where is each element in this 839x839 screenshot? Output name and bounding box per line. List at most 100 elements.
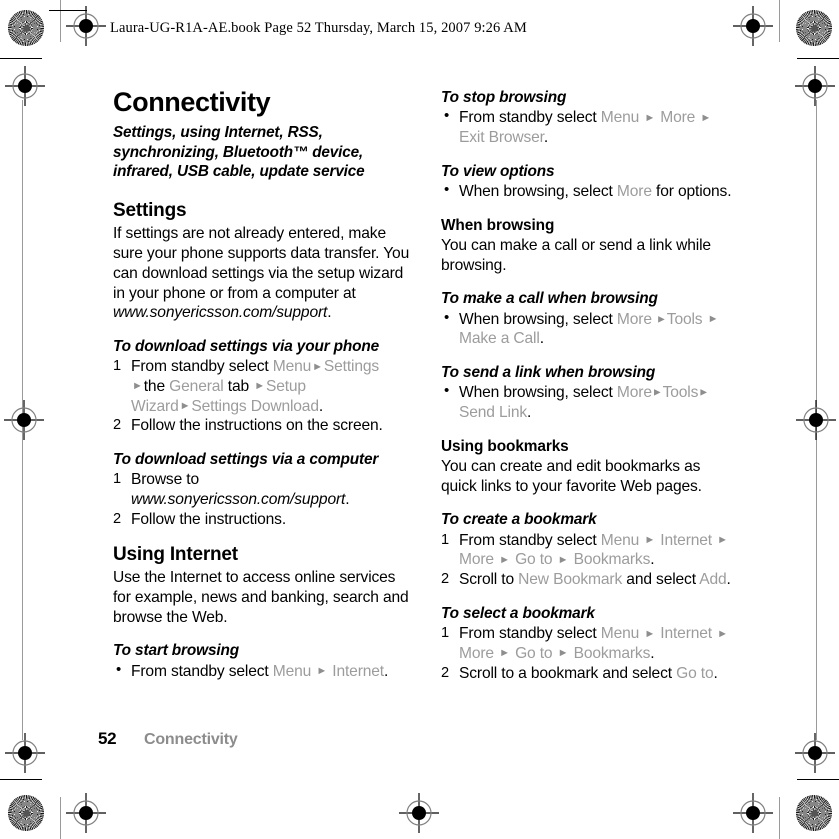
step-period: . (527, 404, 532, 421)
step-text: Browse to www.sonyericsson.com/support. (131, 471, 350, 509)
settings-intro-text: If settings are not already entered, mak… (113, 225, 410, 302)
step-text-the: the (143, 377, 170, 395)
list-item: 1 From standby select Menu►Settings ►the… (113, 357, 410, 416)
step-period: . (650, 644, 655, 662)
menu-item-tools: Tools (662, 384, 699, 402)
procedure-title-download-via-computer: To download settings via a computer (113, 451, 379, 469)
chevron-right-icon: ► (557, 647, 569, 660)
step-text-tab: tab (223, 377, 254, 395)
procedure-steps-stop-browsing: • From standby select Menu ► More ► Exit… (441, 107, 738, 147)
step-text: Scroll to New Bookmark and select Add. (459, 571, 731, 588)
right-column: To stop browsing • From standby select M… (441, 88, 738, 683)
step-period: . (713, 664, 718, 682)
step-text: Scroll to a bookmark and select Go to. (459, 665, 718, 682)
menu-item-more: More (616, 384, 652, 402)
step-text-lead: From standby select (131, 662, 273, 680)
list-item: 1 Browse to www.sonyericsson.com/support… (113, 470, 410, 509)
bullet-icon: • (444, 107, 450, 125)
procedure-title-stop-browsing: To stop browsing (441, 89, 567, 106)
menu-item-general: General (169, 377, 224, 395)
step-text-lead: Scroll to (459, 571, 519, 589)
menu-item-settings: Settings (323, 358, 380, 376)
menu-item-menu: Menu (272, 358, 312, 376)
procedure-steps-send-link: • When browsing, select More►Tools► Send… (441, 382, 738, 422)
step-period: . (726, 571, 731, 589)
menu-item-new-bookmark: New Bookmark (518, 571, 623, 589)
menu-item-add: Add (699, 571, 727, 589)
bullet-icon: • (116, 660, 122, 678)
menu-item-menu: Menu (600, 109, 640, 127)
list-item: 2 Follow the instructions on the screen. (113, 416, 410, 436)
step-text: Follow the instructions on the screen. (131, 417, 383, 435)
menu-item-more: More (459, 644, 494, 662)
section-heading-using-internet: Using Internet (113, 543, 238, 565)
step-text: From standby select Menu ► Internet ► Mo… (459, 625, 729, 662)
step-number: 1 (441, 531, 449, 548)
footer-chapter-name: Connectivity (144, 731, 238, 748)
step-text: From standby select Menu ► More ► Exit B… (459, 109, 712, 146)
procedure-steps-download-via-computer: 1 Browse to www.sonyericsson.com/support… (113, 470, 410, 529)
list-item: 2 Scroll to New Bookmark and select Add. (441, 570, 738, 590)
menu-item-go-to: Go to (515, 551, 553, 569)
procedure-steps-start-browsing: • From standby select Menu ► Internet. (113, 660, 410, 682)
menu-item-tools: Tools (666, 310, 703, 328)
chevron-right-icon: ► (707, 313, 719, 326)
chevron-right-icon: ► (651, 386, 663, 399)
procedure-steps-select-bookmark: 1 From standby select Menu ► Internet ► … (441, 624, 738, 683)
chevron-right-icon: ► (254, 380, 265, 393)
procedure-title-make-call: To make a call when browsing (441, 290, 658, 308)
step-text: When browsing, select More for options. (459, 182, 732, 200)
subsection-heading-using-bookmarks: Using bookmarks (441, 437, 569, 455)
support-url: www.sonyericsson.com/support (131, 491, 346, 509)
procedure-steps-create-bookmark: 1 From standby select Menu ► Internet ► … (441, 531, 738, 590)
step-text-lead: From standby select (459, 109, 601, 127)
step-text-tail: for options. (651, 182, 732, 200)
procedure-steps-download-via-phone: 1 From standby select Menu►Settings ►the… (113, 357, 410, 436)
chevron-right-icon: ► (644, 111, 656, 124)
bullet-icon: • (444, 308, 450, 326)
menu-item-more: More (616, 182, 652, 200)
menu-item-internet: Internet (660, 531, 712, 549)
chevron-right-icon: ► (656, 313, 667, 326)
page-title: Connectivity (113, 87, 271, 117)
menu-item-menu: Menu (600, 531, 640, 549)
step-text-lead: From standby select (131, 358, 273, 376)
using-bookmarks-paragraph: You can create and edit bookmarks as qui… (441, 457, 702, 495)
menu-item-menu: Menu (272, 662, 312, 680)
step-period: . (539, 330, 544, 348)
step-text: From standby select Menu ► Internet ► Mo… (459, 532, 729, 569)
menu-item-internet: Internet (660, 625, 712, 643)
step-text: When browsing, select More ►Tools ► Make… (459, 311, 719, 348)
procedure-title-select-bookmark: To select a bookmark (441, 604, 595, 622)
step-text-lead: When browsing, select (459, 182, 617, 200)
menu-item-bookmarks: Bookmarks (573, 551, 651, 569)
bullet-icon: • (444, 180, 450, 198)
list-item: • From standby select Menu ► More ► Exit… (441, 107, 738, 147)
step-period: . (383, 662, 389, 680)
step-text-lead: From standby select (459, 531, 601, 549)
chevron-right-icon: ► (717, 627, 728, 640)
menu-item-make-a-call: Make a Call (459, 330, 540, 348)
step-text-lead: Browse to (131, 471, 199, 489)
step-text-lead: From standby select (459, 625, 601, 643)
step-text: Follow the instructions. (131, 510, 287, 528)
chevron-right-icon: ► (316, 665, 328, 678)
step-period: . (650, 551, 655, 569)
step-period: . (345, 491, 350, 509)
subsection-heading-when-browsing: When browsing (441, 216, 555, 234)
chapter-subtitle: Settings, using Internet, RSS, synchroni… (113, 124, 365, 181)
list-item: • When browsing, select More for options… (441, 180, 738, 202)
procedure-title-create-bookmark: To create a bookmark (441, 511, 597, 529)
chevron-right-icon: ► (132, 380, 143, 393)
step-text-lead: Scroll to a bookmark and select (459, 664, 677, 682)
procedure-title-start-browsing: To start browsing (113, 642, 239, 660)
step-number: 2 (441, 571, 449, 588)
section-heading-settings: Settings (113, 199, 187, 221)
step-text-lead: When browsing, select (459, 384, 617, 402)
step-text-lead: When browsing, select (459, 310, 617, 328)
chevron-right-icon: ► (717, 534, 728, 547)
when-browsing-paragraph: You can make a call or send a link while… (441, 236, 711, 274)
menu-item-more: More (660, 109, 696, 127)
menu-item-menu: Menu (600, 625, 640, 643)
menu-item-go-to: Go to (515, 644, 553, 662)
